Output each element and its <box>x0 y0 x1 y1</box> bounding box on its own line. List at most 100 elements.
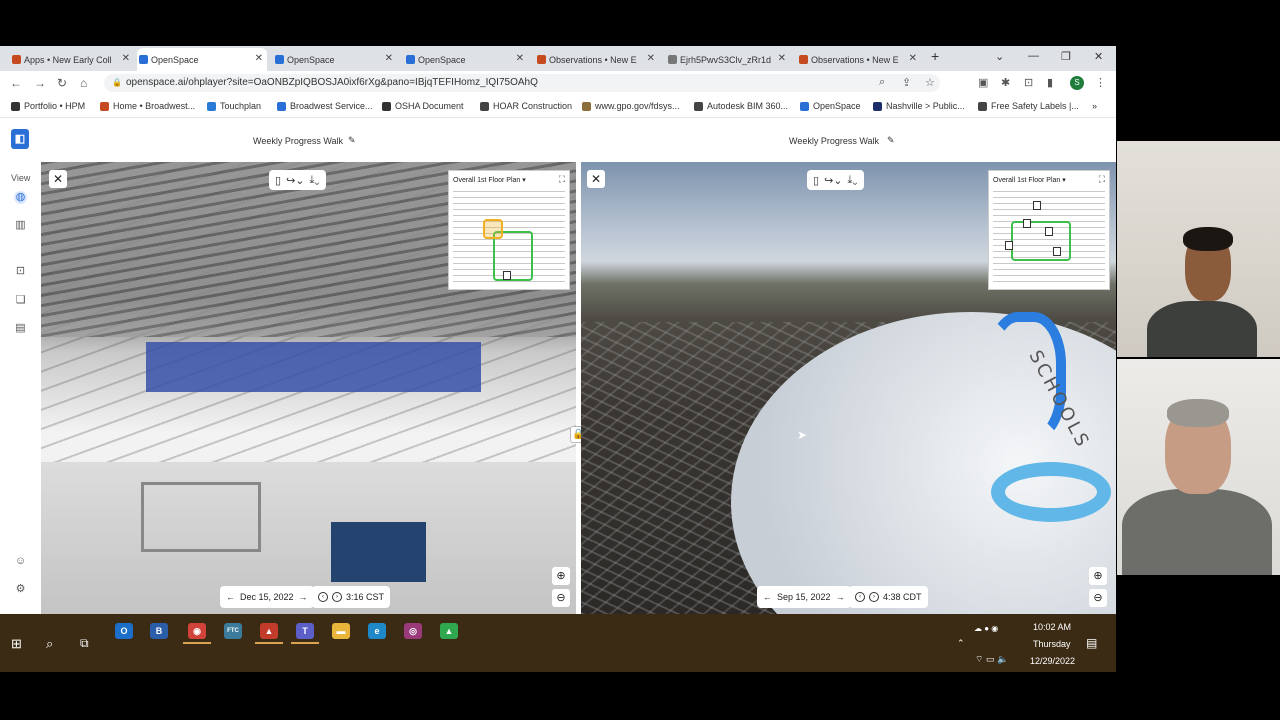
tab-ejrh[interactable]: Ejrh5PwvS3Clv_zRr1d ✕ <box>666 48 790 71</box>
bookmark-item[interactable]: Free Safety Labels |... <box>978 101 1079 111</box>
expand-icon[interactable]: ⛶ <box>559 174 565 185</box>
prev-arrow-icon[interactable]: ← <box>226 592 235 602</box>
zoom-in-icon[interactable]: ⊕ <box>552 567 570 585</box>
cast-icon[interactable]: ⊡ <box>1024 76 1033 89</box>
close-icon[interactable]: ✕ <box>122 53 130 64</box>
floor-plan-selector[interactable]: Overall 1st Floor Plan ▾ <box>453 176 526 184</box>
bookmark-item[interactable]: Portfolio • HPM <box>11 101 85 111</box>
close-icon[interactable]: ✕ <box>516 53 524 64</box>
globe-icon[interactable]: ◍ <box>14 191 27 204</box>
edit-pencil-icon[interactable]: ✎ <box>887 135 895 146</box>
pin-icon[interactable] <box>1005 241 1013 250</box>
tab-apps[interactable]: Apps • New Early Coll ✕ <box>10 48 134 71</box>
clock-time[interactable]: 10:02 AM <box>1033 622 1071 632</box>
clock-day[interactable]: Thursday <box>1033 639 1071 649</box>
file-explorer-icon[interactable]: ▬ <box>332 623 350 639</box>
edit-pencil-icon[interactable]: ✎ <box>348 135 356 146</box>
search-icon[interactable]: ⌕ <box>46 636 53 652</box>
reload-icon[interactable]: ↻ <box>57 76 67 90</box>
share-icon[interactable]: ⇪ <box>902 76 911 89</box>
pin-icon[interactable] <box>1045 227 1053 236</box>
share-icon[interactable]: ↪⌄ <box>286 174 304 187</box>
prev-arrow-icon[interactable]: ← <box>763 592 772 602</box>
tab-openspace-active[interactable]: OpenSpace ✕ <box>137 48 267 71</box>
new-tab-button[interactable]: + <box>931 48 939 64</box>
task-view-icon[interactable]: ⧉ <box>80 636 89 651</box>
bookmark-item[interactable]: Broadwest Service... <box>277 101 373 111</box>
bookmark-icon[interactable]: ▯ <box>275 174 281 187</box>
bookmarks-more-button[interactable]: » <box>1092 101 1097 111</box>
maximize-icon[interactable]: ❐ <box>1061 50 1071 63</box>
left-panorama[interactable]: ✕ ▯ ↪⌄ ⤓⌄ Overall 1st Floor Plan ▾ ⛶ ⊕ ⊖… <box>41 162 576 614</box>
download-icon[interactable]: ⤓⌄ <box>310 174 320 187</box>
share-icon[interactable]: ↪⌄ <box>824 174 842 187</box>
date-selector[interactable]: ← Dec 15, 2022 → <box>220 586 314 608</box>
notifications-icon[interactable]: ▤ <box>1086 636 1097 650</box>
tab-observations[interactable]: Observations • New E ✕ <box>797 48 921 71</box>
ftc-icon[interactable]: FTC <box>224 623 242 639</box>
bookmark-item[interactable]: Home • Broadwest... <box>100 101 195 111</box>
zoom-in-icon[interactable]: ⊕ <box>1089 567 1107 585</box>
prev-time-icon[interactable]: ‹ <box>855 592 865 602</box>
layers-icon[interactable]: ❏ <box>14 294 27 307</box>
close-icon[interactable]: ✕ <box>909 53 917 64</box>
google-drive-icon[interactable]: ▲ <box>440 623 458 639</box>
bookmark-item[interactable]: OpenSpace <box>800 101 861 111</box>
map-icon[interactable]: ▥ <box>14 219 27 232</box>
search-icon[interactable]: ⌕ <box>879 76 885 89</box>
home-icon[interactable]: ⌂ <box>80 76 87 90</box>
next-time-icon[interactable]: › <box>869 592 879 602</box>
tab-openspace[interactable]: OpenSpace ✕ <box>273 48 397 71</box>
start-windows-icon[interactable]: ⊞ <box>11 636 22 652</box>
close-icon[interactable]: ✕ <box>587 170 605 188</box>
prev-time-icon[interactable]: ‹ <box>318 592 328 602</box>
sidebar-icon[interactable]: ▮ <box>1047 76 1053 89</box>
settings-gear-icon[interactable]: ⚙ <box>14 583 27 596</box>
openspace-logo-icon[interactable]: ◧ <box>11 129 29 149</box>
menu-icon[interactable]: ⋮ <box>1095 76 1106 89</box>
pin-icon[interactable] <box>1033 201 1041 210</box>
edge-icon[interactable]: e <box>368 623 386 639</box>
forward-icon[interactable]: → <box>34 76 46 90</box>
pin-icon[interactable] <box>1053 247 1061 256</box>
chrome-icon[interactable]: ◉ <box>188 623 206 639</box>
back-icon[interactable]: ← <box>10 76 22 90</box>
close-icon[interactable]: ✕ <box>778 53 786 64</box>
capture-icon[interactable]: ⊡ <box>14 265 27 278</box>
zoom-out-icon[interactable]: ⊖ <box>1089 589 1107 607</box>
expand-icon[interactable]: ⛶ <box>1099 174 1105 185</box>
bookmark-icon[interactable]: ▯ <box>813 174 819 187</box>
time-selector[interactable]: ‹ › 4:38 CDT <box>849 586 928 608</box>
support-icon[interactable]: ☺ <box>14 555 27 568</box>
address-bar[interactable]: 🔒 openspace.ai/ohplayer?site=OaONBZpIQBO… <box>104 74 940 92</box>
tab-observations[interactable]: Observations • New E ✕ <box>535 48 659 71</box>
bookmark-item[interactable]: HOAR Construction <box>480 101 572 111</box>
close-icon[interactable]: ✕ <box>647 53 655 64</box>
floor-plan-selector[interactable]: Overall 1st Floor Plan ▾ <box>993 176 1066 184</box>
window-close-icon[interactable]: ✕ <box>1094 50 1103 63</box>
minimap[interactable]: Overall 1st Floor Plan ▾ ⛶ <box>448 170 570 290</box>
pin-icon[interactable] <box>1023 219 1031 228</box>
minimize-icon[interactable]: — <box>1028 50 1039 62</box>
circle-app-icon[interactable]: ◎ <box>404 623 422 639</box>
tray-icons[interactable]: ☁ ● ◉ <box>974 624 998 633</box>
zoom-out-icon[interactable]: ⊖ <box>552 589 570 607</box>
puzzle-icon[interactable]: ✱ <box>1001 76 1010 89</box>
download-icon[interactable]: ⤓⌄ <box>848 174 858 187</box>
outlook-icon[interactable]: O <box>115 623 133 639</box>
teams-icon[interactable]: T <box>296 623 314 639</box>
bookmark-item[interactable]: OSHA Document <box>382 101 464 111</box>
pin-icon[interactable] <box>503 271 511 280</box>
bookmark-star-icon[interactable]: ☆ <box>925 76 935 89</box>
clock-date[interactable]: 12/29/2022 <box>1030 656 1075 666</box>
close-icon[interactable]: ✕ <box>255 53 263 64</box>
tab-openspace[interactable]: OpenSpace ✕ <box>404 48 528 71</box>
date-selector[interactable]: ← Sep 15, 2022 → <box>757 586 851 608</box>
network-volume-icons[interactable]: ⌔ ▭ 🔈 <box>975 654 1008 665</box>
profile-avatar[interactable]: S <box>1070 76 1084 90</box>
tab-search-icon[interactable]: ⌄ <box>995 50 1004 63</box>
next-arrow-icon[interactable]: → <box>299 592 308 602</box>
next-arrow-icon[interactable]: → <box>836 592 845 602</box>
minimap[interactable]: Overall 1st Floor Plan ▾ ⛶ <box>988 170 1110 290</box>
tray-chevron-icon[interactable]: ⌃ <box>957 638 965 649</box>
